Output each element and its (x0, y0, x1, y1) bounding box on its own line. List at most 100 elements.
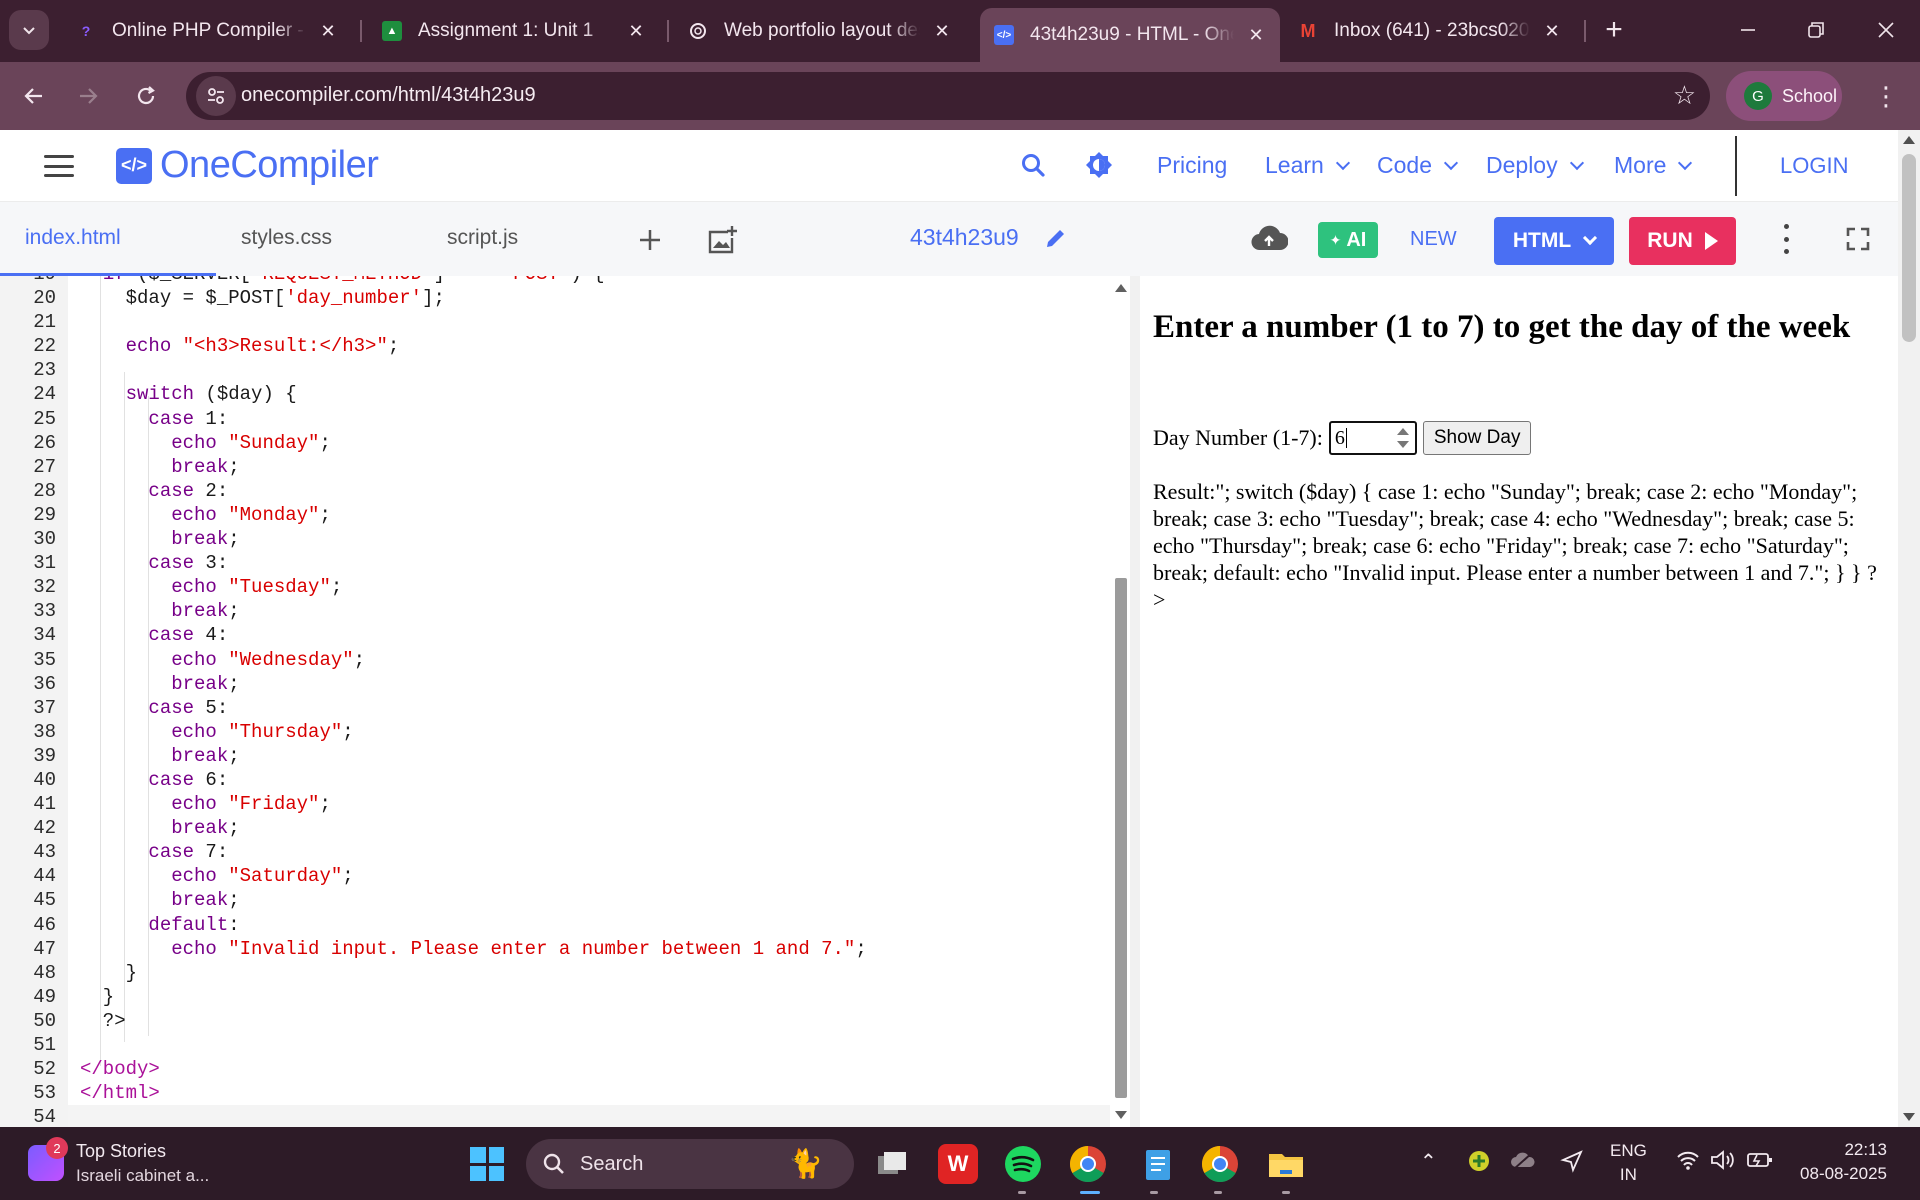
language-indicator[interactable]: ENG IN (1610, 1141, 1647, 1185)
wps-office-icon[interactable]: W (938, 1144, 978, 1184)
code-line[interactable]: 19 if ($_SERVER['REQUEST_METHOD'] === 'P… (0, 276, 1110, 286)
code-line[interactable]: 34 case 4: (0, 623, 1110, 647)
show-day-button[interactable]: Show Day (1422, 421, 1532, 455)
clock[interactable]: 22:13 08-08-2025 (1795, 1140, 1887, 1184)
day-number-input[interactable]: 6 (1328, 421, 1417, 455)
scroll-down-arrow[interactable] (1903, 1113, 1915, 1121)
location-arrow-icon[interactable] (1560, 1149, 1584, 1178)
scroll-up-arrow[interactable] (1903, 136, 1915, 144)
chrome-icon[interactable] (1200, 1144, 1240, 1184)
code-line[interactable]: 40 case 6: (0, 768, 1110, 792)
code-line[interactable]: 20 $day = $_POST['day_number']; (0, 286, 1110, 310)
scroll-up-arrow[interactable] (1115, 284, 1127, 292)
code-line[interactable]: 51 (0, 1033, 1110, 1057)
add-image-icon[interactable] (704, 222, 740, 258)
nav-pricing[interactable]: Pricing (1157, 152, 1227, 179)
login-button[interactable]: LOGIN (1780, 153, 1848, 179)
fullscreen-icon[interactable] (1845, 226, 1871, 252)
address-bar[interactable]: onecompiler.com/html/43t4h23u9 ☆ (186, 72, 1710, 120)
pane-splitter[interactable] (1130, 276, 1140, 1127)
tray-app-icon[interactable] (1467, 1149, 1491, 1178)
language-select[interactable]: HTML (1494, 217, 1614, 265)
code-line[interactable]: 52 </body> (0, 1057, 1110, 1081)
code-line[interactable]: 33 break; (0, 599, 1110, 623)
code-line[interactable]: 31 case 3: (0, 551, 1110, 575)
theme-toggle-icon[interactable] (1082, 148, 1116, 182)
code-line[interactable]: 47 echo "Invalid input. Please enter a n… (0, 937, 1110, 961)
search-icon[interactable] (1016, 148, 1050, 182)
scrollbar-thumb[interactable] (1115, 578, 1127, 1098)
edit-pencil-icon[interactable] (1044, 226, 1068, 255)
wifi-icon[interactable] (1676, 1149, 1700, 1176)
code-line[interactable]: 24 switch ($day) { (0, 382, 1110, 406)
more-options-icon[interactable] (1776, 224, 1796, 254)
new-button[interactable]: NEW (1410, 228, 1457, 251)
tab-script-js[interactable]: script.js (447, 226, 518, 250)
browser-tab-active[interactable]: </> 43t4h23u9 - HTML - One ✕ (980, 8, 1280, 62)
onedrive-cloud-icon[interactable] (1510, 1149, 1536, 1176)
url-text[interactable]: onecompiler.com/html/43t4h23u9 (241, 84, 536, 107)
ai-button[interactable]: ✦ AI (1318, 222, 1378, 258)
close-window-icon[interactable] (1856, 0, 1916, 60)
nav-deploy[interactable]: Deploy (1486, 152, 1584, 179)
tab-styles-css[interactable]: styles.css (241, 226, 332, 250)
chrome-icon[interactable] (1068, 1144, 1108, 1184)
code-line[interactable]: 26 echo "Sunday"; (0, 431, 1110, 455)
code-line[interactable]: 36 break; (0, 672, 1110, 696)
code-line[interactable]: 25 case 1: (0, 407, 1110, 431)
taskbar-search[interactable]: Search 🐈 (526, 1139, 854, 1189)
code-editor[interactable]: 19 if ($_SERVER['REQUEST_METHOD'] === 'P… (0, 276, 1130, 1127)
run-button[interactable]: RUN (1629, 217, 1736, 265)
close-icon[interactable]: ✕ (1538, 17, 1566, 45)
code-line[interactable]: 32 echo "Tuesday"; (0, 575, 1110, 599)
battery-icon[interactable] (1746, 1149, 1774, 1176)
project-name[interactable]: 43t4h23u9 (910, 224, 1019, 251)
code-line[interactable]: 54 (0, 1105, 1110, 1127)
news-title[interactable]: Top Stories (76, 1141, 166, 1162)
code-line[interactable]: 53 </html> (0, 1081, 1110, 1105)
code-line[interactable]: 39 break; (0, 744, 1110, 768)
browser-tab[interactable]: M Inbox (641) - 23bcs020@ ✕ (1284, 9, 1576, 53)
code-line[interactable]: 49 } (0, 985, 1110, 1009)
profile-button[interactable]: G School (1726, 71, 1842, 121)
back-arrow-icon[interactable] (12, 74, 56, 118)
code-line[interactable]: 22 echo "<h3>Result:</h3>"; (0, 334, 1110, 358)
editor-scrollbar[interactable] (1112, 276, 1130, 1127)
code-line[interactable]: 38 echo "Thursday"; (0, 720, 1110, 744)
scroll-down-arrow[interactable] (1115, 1111, 1127, 1119)
minimize-icon[interactable] (1718, 0, 1778, 60)
close-icon[interactable]: ✕ (928, 17, 956, 45)
code-line[interactable]: 29 echo "Monday"; (0, 503, 1110, 527)
code-line[interactable]: 35 echo "Wednesday"; (0, 648, 1110, 672)
code-line[interactable]: 43 case 7: (0, 840, 1110, 864)
windows-start-icon[interactable] (470, 1147, 504, 1181)
browser-menu-icon[interactable]: ⋮ (1873, 76, 1899, 116)
browser-tab[interactable]: ▲ Assignment 1: Unit 1 ✕ (368, 9, 660, 53)
task-view-icon[interactable] (872, 1144, 912, 1184)
close-icon[interactable]: ✕ (314, 17, 342, 45)
code-line[interactable]: 23 (0, 358, 1110, 382)
number-spinner[interactable] (1396, 428, 1409, 448)
code-line[interactable]: 46 default: (0, 913, 1110, 937)
reload-icon[interactable] (124, 74, 168, 118)
close-icon[interactable]: ✕ (622, 17, 650, 45)
scrollbar-thumb[interactable] (1902, 154, 1916, 342)
code-line[interactable]: 28 case 2: (0, 479, 1110, 503)
tab-search-button[interactable] (9, 10, 49, 50)
news-subtitle[interactable]: Israeli cabinet a... (76, 1166, 209, 1186)
code-line[interactable]: 41 echo "Friday"; (0, 792, 1110, 816)
cloud-upload-icon[interactable] (1250, 222, 1289, 259)
add-file-icon[interactable] (632, 222, 668, 258)
page-scrollbar[interactable] (1898, 130, 1920, 1127)
code-line[interactable]: 50 ?> (0, 1009, 1110, 1033)
new-tab-plus-icon[interactable]: + (1596, 12, 1632, 48)
code-line[interactable]: 44 echo "Saturday"; (0, 864, 1110, 888)
browser-tab[interactable]: ? Online PHP Compiler - Pr ✕ (62, 9, 352, 53)
code-line[interactable]: 48 } (0, 961, 1110, 985)
close-icon[interactable]: ✕ (1242, 21, 1270, 49)
nav-more[interactable]: More (1614, 152, 1693, 179)
bookmark-star-icon[interactable]: ☆ (1673, 80, 1696, 111)
code-line[interactable]: 45 break; (0, 888, 1110, 912)
restore-icon[interactable] (1786, 0, 1846, 60)
spotify-icon[interactable] (1003, 1144, 1043, 1184)
